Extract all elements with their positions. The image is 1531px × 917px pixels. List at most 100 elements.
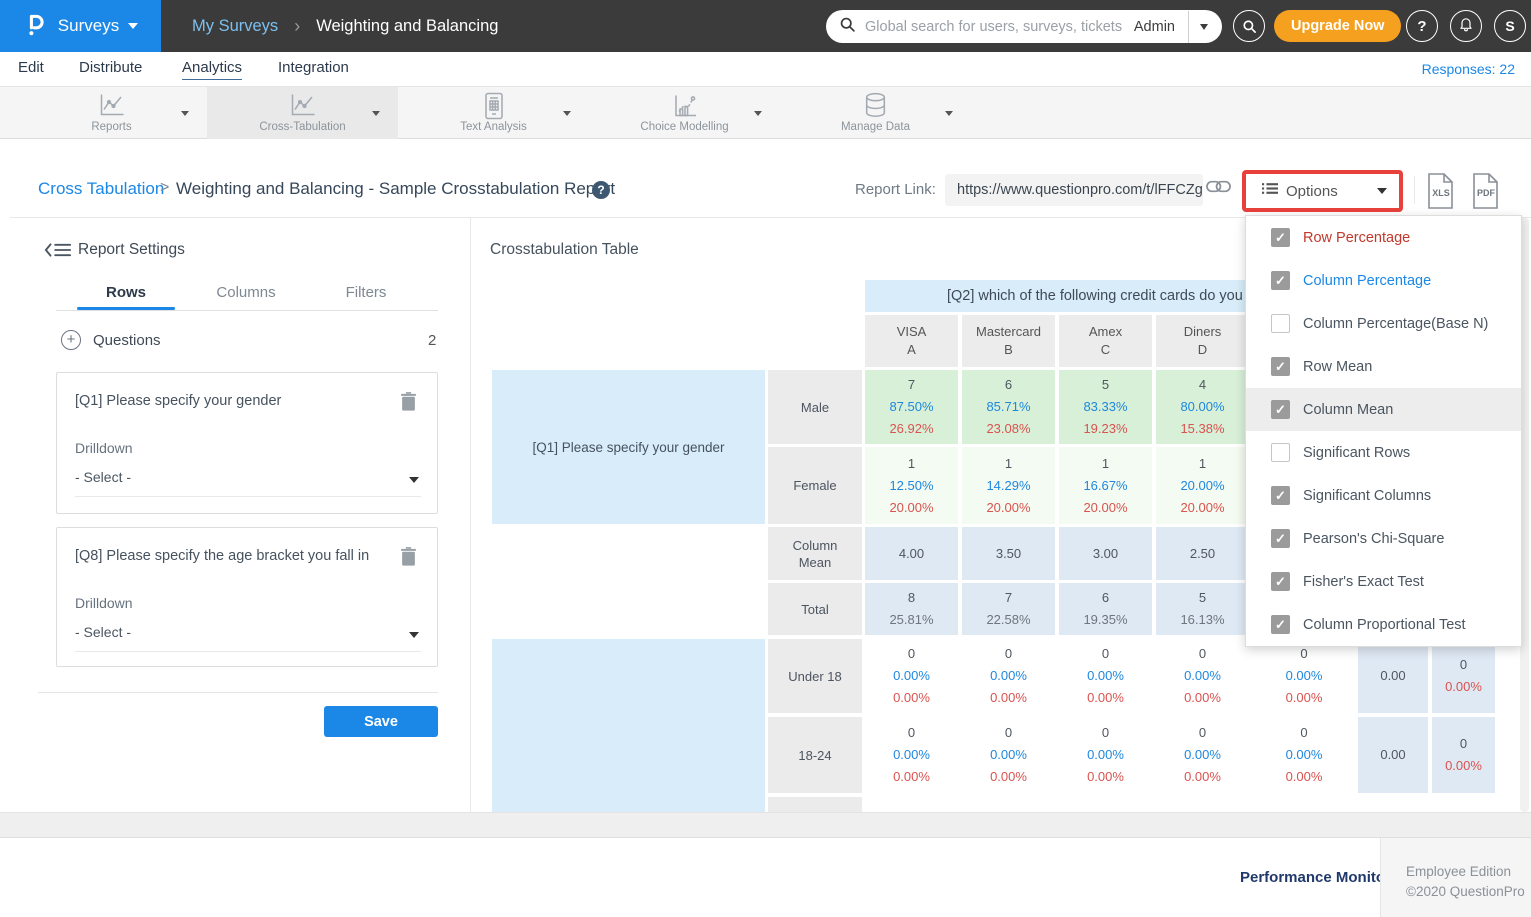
copy-link-icon[interactable] [1206, 180, 1231, 198]
product-switcher[interactable]: Surveys [0, 0, 161, 52]
breadcrumb-chevron-icon: › [294, 16, 300, 37]
help-button[interactable]: ? [1406, 10, 1438, 42]
data-cell: 00.00%0.00% [962, 717, 1055, 793]
option-row-mean[interactable]: ✓Row Mean [1246, 345, 1521, 388]
checked-checkbox-icon[interactable]: ✓ [1271, 615, 1290, 634]
data-cell: 787.50%26.92% [865, 370, 958, 444]
tab-caret-icon[interactable] [372, 111, 380, 116]
nav-distribute[interactable]: Distribute [79, 59, 142, 76]
breadcrumb-survey-title: Weighting and Balancing [316, 17, 498, 36]
tab-label: Cross-Tabulation [207, 121, 398, 133]
crosstab-table-title: Crosstabulation Table [490, 241, 639, 259]
column-header-diners: DinersD [1156, 315, 1249, 367]
data-cell: 00.00%0.00% [962, 639, 1055, 713]
tab-caret-icon[interactable] [181, 111, 189, 116]
checked-checkbox-icon[interactable]: ✓ [1271, 400, 1290, 419]
unchecked-checkbox-icon[interactable] [1271, 443, 1290, 462]
data-cell: 114.29%20.00% [962, 447, 1055, 524]
option-column-percentage[interactable]: ✓Column Percentage [1246, 259, 1521, 302]
row-label-column-mean: ColumnMean [768, 527, 862, 580]
question-card: [Q1] Please specify your genderDrilldown… [56, 372, 438, 514]
settings-tab-rows[interactable]: Rows [66, 284, 186, 301]
survey-nav: EditDistributeAnalyticsIntegration Respo… [0, 52, 1531, 87]
option-label: Fisher's Exact Test [1303, 574, 1424, 590]
export-divider [1414, 176, 1415, 204]
data-cell: 825.81% [865, 583, 958, 635]
option-significant-columns[interactable]: ✓ Significant Columns [1246, 474, 1521, 517]
option-label: Significant Columns [1303, 488, 1431, 504]
delete-question-icon[interactable] [400, 391, 417, 416]
tab-text-analysis[interactable]: Text Analysis [398, 87, 589, 139]
search-scope-value: Admin [1134, 19, 1175, 35]
tab-caret-icon[interactable] [754, 111, 762, 116]
product-name: Surveys [58, 16, 119, 36]
question-label: [Q1] Please specify your gender [75, 393, 395, 409]
checked-checkbox-icon[interactable]: ✓ [1271, 572, 1290, 591]
checked-checkbox-icon[interactable]: ✓ [1271, 271, 1290, 290]
data-cell: 722.58% [962, 583, 1055, 635]
option-row-percentage[interactable]: ✓Row Percentage [1246, 216, 1521, 259]
report-help-icon[interactable]: ? [592, 181, 610, 199]
tab-cross-tabulation[interactable]: Cross-Tabulation [207, 87, 398, 139]
data-cell: 00.00%0.00% [1059, 639, 1152, 713]
option-column-percentage-base-n[interactable]: Column Percentage(Base N) [1246, 302, 1521, 345]
doc-tablet-icon [398, 92, 589, 120]
notifications-button[interactable] [1450, 10, 1482, 42]
breadcrumb-my-surveys[interactable]: My Surveys [192, 17, 278, 36]
checked-checkbox-icon[interactable]: ✓ [1271, 357, 1290, 376]
option-significant-rows[interactable]: Significant Rows [1246, 431, 1521, 474]
export-xls-icon[interactable]: XLS [1425, 172, 1457, 210]
collapse-panel-icon[interactable] [44, 241, 72, 264]
nav-analytics[interactable]: Analytics [182, 59, 242, 80]
global-search[interactable]: Global search for users, surveys, ticket… [826, 10, 1222, 43]
tab-caret-icon[interactable] [563, 111, 571, 116]
checked-checkbox-icon[interactable]: ✓ [1271, 486, 1290, 505]
select-caret-icon [409, 477, 419, 483]
tab-manage-data[interactable]: Manage Data [780, 87, 971, 139]
account-avatar[interactable]: S [1494, 10, 1526, 42]
unchecked-checkbox-icon[interactable] [1271, 314, 1290, 333]
nav-edit[interactable]: Edit [18, 59, 44, 76]
tab-label: Reports [16, 121, 207, 133]
delete-question-icon[interactable] [400, 546, 417, 571]
performance-monitor-link[interactable]: Performance Monitor [1240, 869, 1391, 886]
select-caret-icon [409, 632, 419, 638]
search-submit-button[interactable] [1233, 10, 1265, 42]
tab-reports[interactable]: Reports [16, 87, 207, 139]
data-cell: 00.00%0.00% [1156, 639, 1249, 713]
tab-caret-icon[interactable] [945, 111, 953, 116]
search-placeholder[interactable]: Global search for users, surveys, ticket… [865, 19, 1134, 35]
option-column-mean[interactable]: ✓Column Mean [1246, 388, 1521, 431]
pdf-label: PDF [1470, 188, 1502, 198]
upgrade-now-button[interactable]: Upgrade Now [1274, 10, 1401, 42]
option-fisher-s-exact-test[interactable]: ✓ Fisher's Exact Test [1246, 560, 1521, 603]
report-link-url[interactable]: https://www.questionpro.com/t/lFFCZg [945, 174, 1203, 206]
q8-row-header [492, 639, 765, 812]
tab-label: Choice Modelling [589, 121, 780, 133]
nav-integration[interactable]: Integration [278, 59, 349, 76]
add-question-button[interactable]: + [61, 330, 81, 350]
export-pdf-icon[interactable]: PDF [1470, 172, 1502, 210]
option-column-proportional-test[interactable]: ✓Column Proportional Test [1246, 603, 1521, 646]
save-button[interactable]: Save [324, 706, 438, 737]
avatar-initial: S [1505, 18, 1514, 34]
settings-tab-columns[interactable]: Columns [186, 284, 306, 301]
checked-checkbox-icon[interactable]: ✓ [1271, 228, 1290, 247]
xls-label: XLS [1425, 188, 1457, 198]
cross-tabulation-link[interactable]: Cross Tabulation [38, 179, 164, 199]
tab-label: Text Analysis [398, 121, 589, 133]
tab-choice-modelling[interactable]: Choice Modelling [589, 87, 780, 139]
option-pearson-s-chi-square[interactable]: ✓Pearson's Chi-Square [1246, 517, 1521, 560]
drilldown-select[interactable]: - Select - [75, 469, 421, 497]
checked-checkbox-icon[interactable]: ✓ [1271, 529, 1290, 548]
column-header-mastercard: MastercardB [962, 315, 1055, 367]
drilldown-select[interactable]: - Select - [75, 624, 421, 652]
settings-panel-divider [470, 218, 471, 812]
data-cell: 619.35% [1059, 583, 1152, 635]
search-scope-caret-icon[interactable] [1200, 24, 1208, 30]
row-label-total: Total [768, 583, 862, 635]
question-label: [Q8] Please specify the age bracket you … [75, 548, 395, 564]
column-header-visa: VISAA [865, 315, 958, 367]
data-cell: 3.50 [962, 527, 1055, 580]
settings-tab-filters[interactable]: Filters [306, 284, 426, 301]
